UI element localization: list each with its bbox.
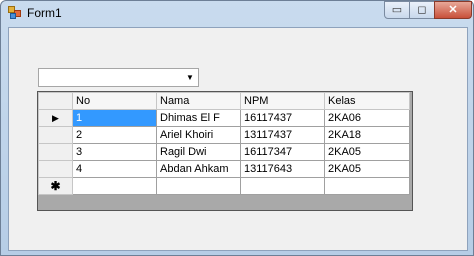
cell-no[interactable]: 2 [72,126,157,144]
app-icon[interactable] [8,6,21,19]
column-header-no[interactable]: No [72,92,157,110]
close-button[interactable]: ✕ [434,1,472,19]
cell-kelas[interactable] [324,177,410,195]
window-title: Form1 [27,6,62,20]
cell-no[interactable]: 1 [72,109,157,127]
maximize-icon: ◻ [417,4,427,16]
cell-no[interactable]: 4 [72,160,157,178]
table-row[interactable]: 3 Ragil Dwi 16117347 2KA05 [38,143,410,161]
form-window: Form1 ▭ ◻ ✕ ▼ No Nama NPM Kelas ▶ 1 Dhim… [0,0,474,256]
cell-nama[interactable]: Ragil Dwi [156,143,241,161]
cell-kelas[interactable]: 2KA05 [324,143,410,161]
grid-header-row: No Nama NPM Kelas [38,92,410,110]
form-client-area: ▼ No Nama NPM Kelas ▶ 1 Dhimas El F 1611… [8,27,468,251]
cell-kelas[interactable]: 2KA06 [324,109,410,127]
cell-npm[interactable]: 13117437 [240,126,325,144]
row-header[interactable] [38,160,73,178]
cell-npm[interactable]: 16117437 [240,109,325,127]
data-grid-view[interactable]: No Nama NPM Kelas ▶ 1 Dhimas El F 161174… [37,91,413,211]
minimize-icon: ▭ [391,4,403,16]
close-icon: ✕ [448,4,458,16]
new-row[interactable]: ✱ [38,177,410,195]
row-header[interactable]: ▶ [38,109,73,127]
table-row[interactable]: 2 Ariel Khoiri 13117437 2KA18 [38,126,410,144]
cell-nama[interactable] [156,177,241,195]
cell-nama[interactable]: Abdan Ahkam [156,160,241,178]
chevron-down-icon[interactable]: ▼ [182,69,198,86]
cell-npm[interactable]: 13117643 [240,160,325,178]
cell-npm[interactable] [240,177,325,195]
column-header-npm[interactable]: NPM [240,92,325,110]
cell-kelas[interactable]: 2KA05 [324,160,410,178]
row-header[interactable]: ✱ [38,177,73,195]
combobox[interactable]: ▼ [38,68,199,87]
table-row[interactable]: 4 Abdan Ahkam 13117643 2KA05 [38,160,410,178]
cell-npm[interactable]: 16117347 [240,143,325,161]
row-header[interactable] [38,126,73,144]
cell-kelas[interactable]: 2KA18 [324,126,410,144]
column-header-kelas[interactable]: Kelas [324,92,410,110]
row-header[interactable] [38,143,73,161]
grid-corner-cell[interactable] [38,92,73,110]
table-row[interactable]: ▶ 1 Dhimas El F 16117437 2KA06 [38,109,410,127]
cell-no[interactable] [72,177,157,195]
cell-nama[interactable]: Dhimas El F [156,109,241,127]
current-row-arrow-icon: ▶ [52,113,59,123]
title-bar[interactable]: Form1 ▭ ◻ ✕ [1,1,473,25]
new-row-star-icon: ✱ [50,179,61,193]
column-header-nama[interactable]: Nama [156,92,241,110]
cell-no[interactable]: 3 [72,143,157,161]
maximize-button[interactable]: ◻ [409,1,435,19]
minimize-button[interactable]: ▭ [384,1,410,19]
cell-nama[interactable]: Ariel Khoiri [156,126,241,144]
